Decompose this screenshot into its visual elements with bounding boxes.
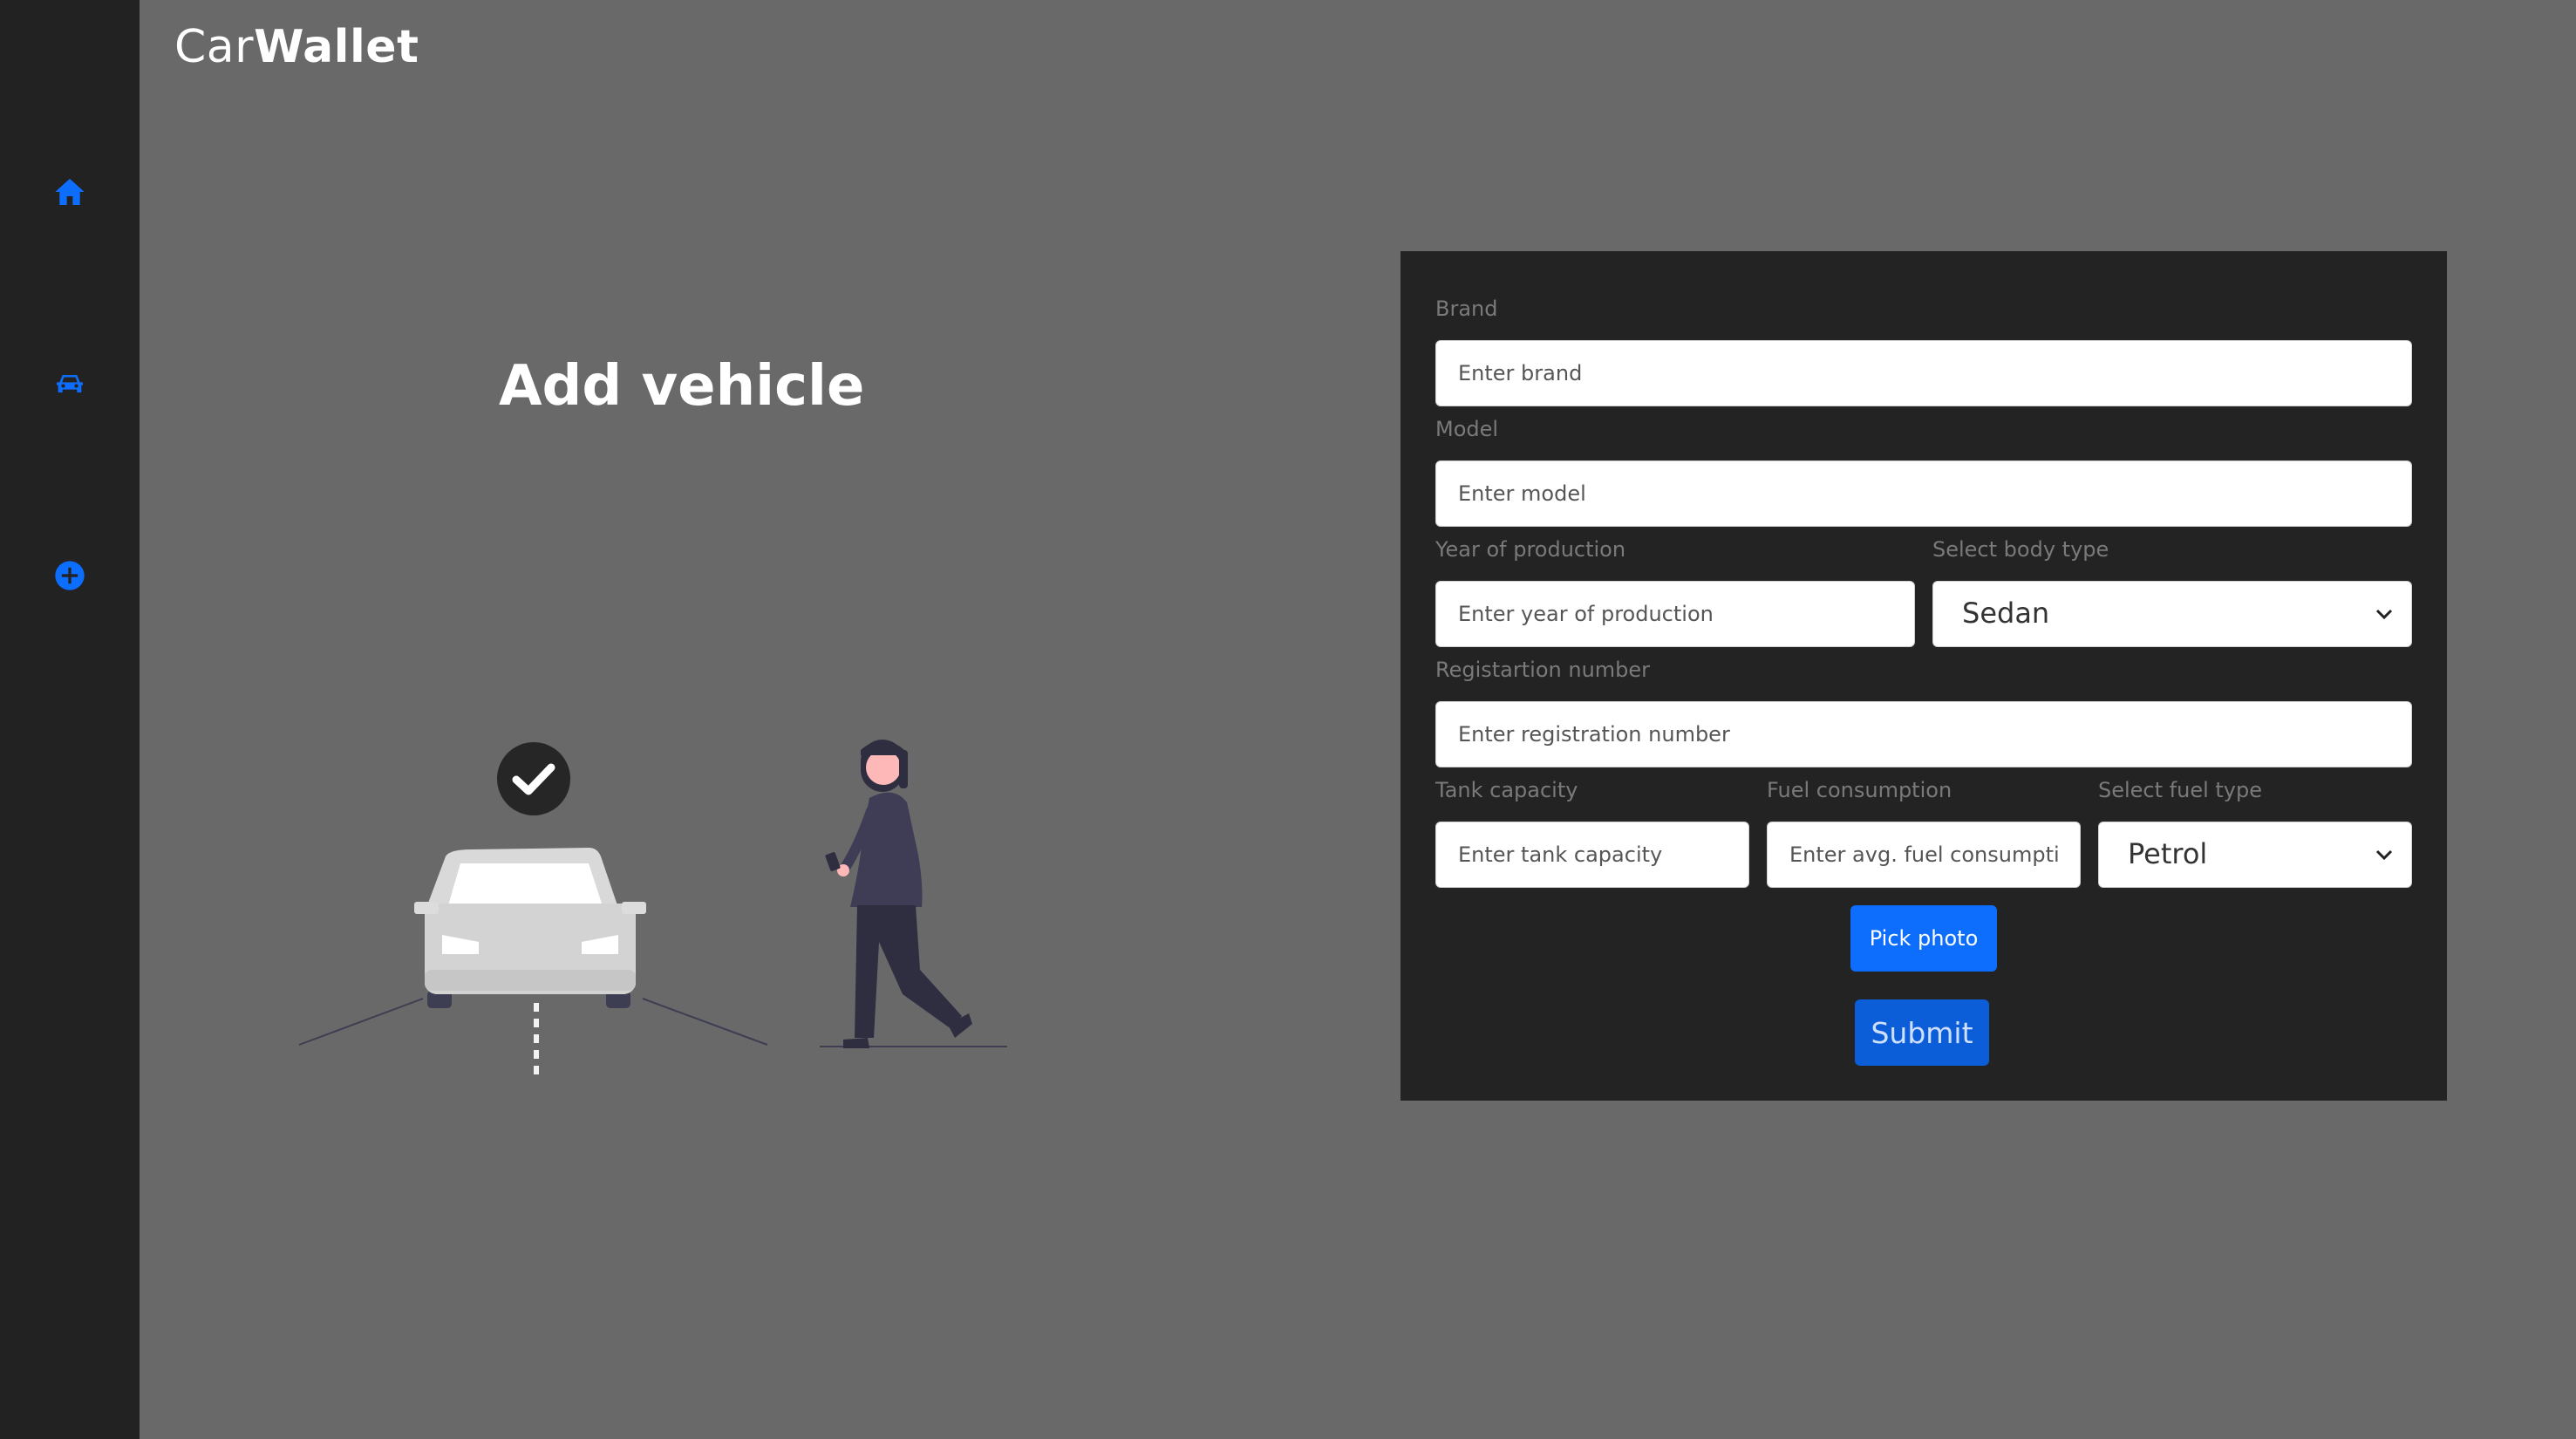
fuel-consumption-label: Fuel consumption	[1767, 778, 1952, 802]
sidebar	[0, 0, 140, 1439]
tank-capacity-input[interactable]	[1435, 822, 1749, 888]
model-label: Model	[1435, 417, 1499, 441]
car-icon	[57, 375, 83, 392]
app-logo[interactable]: CarWallet	[174, 21, 419, 73]
tank-capacity-label: Tank capacity	[1435, 778, 1578, 802]
submit-button[interactable]: Submit	[1855, 999, 1989, 1066]
pick-photo-button[interactable]: Pick photo	[1850, 905, 1997, 972]
nav-home[interactable]	[52, 174, 87, 209]
brand-input[interactable]	[1435, 340, 2412, 406]
model-input[interactable]	[1435, 460, 2412, 527]
year-input[interactable]	[1435, 581, 1915, 647]
fuel-consumption-input[interactable]	[1767, 822, 2081, 888]
body-type-value: Sedan	[1962, 597, 2050, 630]
body-type-select[interactable]: Sedan	[1932, 581, 2412, 647]
brand-label: Brand	[1435, 297, 1498, 321]
fuel-type-select[interactable]: Petrol	[2098, 822, 2412, 888]
body-type-label: Select body type	[1932, 537, 2109, 562]
brand-part-2: Wallet	[254, 21, 419, 73]
plus-circle-icon	[55, 561, 85, 590]
registration-input[interactable]	[1435, 701, 2412, 767]
nav-add-vehicle[interactable]	[52, 558, 87, 593]
fuel-type-label: Select fuel type	[2098, 778, 2263, 802]
chevron-down-icon	[2375, 609, 2393, 620]
brand-part-1: Car	[174, 21, 255, 73]
home-icon	[55, 179, 85, 205]
page-title: Add vehicle	[499, 354, 865, 419]
fuel-type-value: Petrol	[2128, 837, 2208, 870]
chevron-down-icon	[2375, 849, 2393, 861]
nav-vehicles[interactable]	[52, 366, 87, 401]
year-label: Year of production	[1435, 537, 1626, 562]
add-vehicle-illustration	[298, 740, 1007, 1074]
registration-label: Registartion number	[1435, 658, 1651, 682]
